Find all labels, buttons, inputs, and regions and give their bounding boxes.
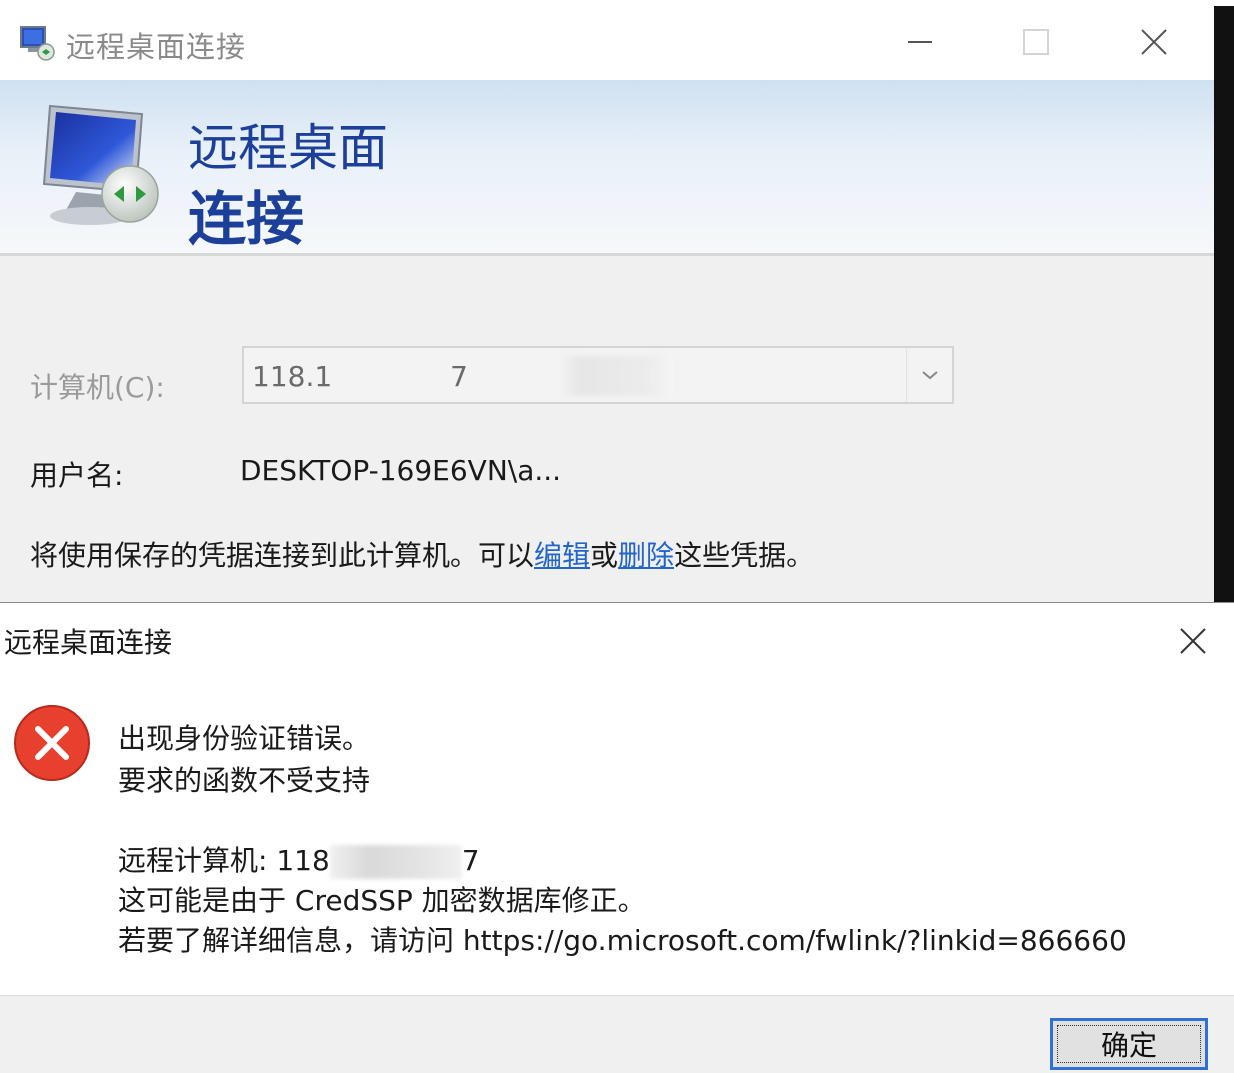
username-value: DESKTOP-169E6VN\a... bbox=[240, 454, 562, 487]
banner-title-line1: 远程桌面 bbox=[188, 119, 388, 177]
error-icon bbox=[14, 705, 90, 781]
error-message-line2: 要求的函数不受支持 bbox=[118, 764, 371, 797]
computer-label: 计算机(C): bbox=[30, 371, 165, 404]
window-title: 远程桌面连接 bbox=[66, 30, 247, 64]
cred-note-prefix: 将使用保存的凭据连接到此计算机。可以 bbox=[30, 539, 535, 572]
remote-desktop-monitor-icon bbox=[42, 104, 159, 225]
error-message-line1: 出现身份验证错误。 bbox=[118, 722, 371, 755]
dialog-button-bar: 确定 bbox=[0, 995, 1234, 1073]
banner-title-line2: 连接 bbox=[188, 185, 305, 253]
cred-note-or: 或 bbox=[590, 539, 619, 572]
computer-value: 118.1 7 bbox=[252, 360, 468, 393]
error-message-more-info: 若要了解详细信息，请访问 https://go.microsoft.com/fw… bbox=[118, 924, 1127, 957]
error-remote-computer: 远程计算机: 118 7 bbox=[118, 839, 480, 879]
ok-button[interactable]: 确定 bbox=[1050, 1018, 1208, 1070]
chevron-down-icon bbox=[921, 371, 938, 380]
remote-desktop-window: 远程桌面连接 远程桌面 连接 计算机(C): 118.1 7 用户名: DESK… bbox=[0, 0, 1214, 602]
error-message-credssp: 这可能是由于 CredSSP 加密数据库修正。 bbox=[118, 884, 646, 917]
combo-dropdown-button[interactable] bbox=[906, 348, 952, 402]
close-icon[interactable] bbox=[1168, 619, 1218, 663]
redacted-ip-mask bbox=[556, 356, 674, 396]
header-banner: 远程桌面 连接 bbox=[0, 80, 1214, 256]
remote-desktop-icon bbox=[20, 26, 55, 61]
remote-computer-suffix: 7 bbox=[461, 844, 480, 877]
credentials-note: 将使用保存的凭据连接到此计算机。可以编辑或删除这些凭据。 bbox=[30, 534, 814, 574]
background-edge bbox=[1214, 6, 1234, 602]
computer-combobox[interactable]: 118.1 7 bbox=[242, 346, 954, 404]
close-icon[interactable] bbox=[1124, 20, 1184, 64]
dialog-title: 远程桌面连接 bbox=[4, 626, 173, 659]
error-dialog: 远程桌面连接 出现身份验证错误。 要求的函数不受支持 远程计算机: 118 7 这… bbox=[0, 602, 1234, 1073]
edit-credentials-link[interactable]: 编辑 bbox=[534, 539, 590, 572]
title-bar: 远程桌面连接 bbox=[0, 0, 1214, 80]
maximize-icon[interactable] bbox=[1006, 20, 1066, 64]
cred-note-suffix: 这些凭据。 bbox=[674, 539, 815, 572]
delete-credentials-link[interactable]: 删除 bbox=[618, 539, 674, 572]
username-label: 用户名: bbox=[30, 459, 124, 492]
remote-computer-prefix: 远程计算机: 118 bbox=[118, 844, 330, 877]
minimize-icon[interactable] bbox=[890, 20, 950, 64]
redacted-ip-mask bbox=[329, 845, 462, 879]
